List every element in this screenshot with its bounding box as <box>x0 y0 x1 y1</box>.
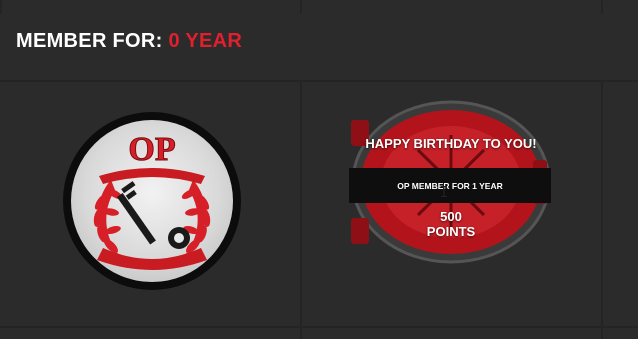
grid-divider <box>300 80 302 339</box>
membership-badge: OP <box>63 112 241 290</box>
membership-heading: MEMBER FOR: 0 YEAR <box>16 30 242 53</box>
reward-title: HAPPY BIRTHDAY TO YOU! <box>365 136 537 151</box>
membership-label: MEMBER FOR: <box>16 30 163 52</box>
grid-divider <box>0 80 638 82</box>
membership-duration: 0 YEAR <box>168 30 243 52</box>
text-cursor-icon <box>441 186 447 197</box>
badge-logo-text: OP <box>128 131 175 168</box>
reward-points: 500 POINTS <box>346 209 556 239</box>
points-value: 500 <box>440 209 462 224</box>
key-laurel-icon: OP <box>93 131 211 270</box>
points-label: POINTS <box>426 224 476 239</box>
grid-divider <box>0 0 2 14</box>
grid-divider <box>0 326 638 328</box>
badge-emblem: OP <box>71 120 233 282</box>
grid-divider <box>300 0 302 14</box>
reward-subtitle: OP MEMBER FOR 1 YEAR <box>397 181 503 191</box>
grid-divider <box>601 0 603 14</box>
grid-divider <box>601 80 603 339</box>
